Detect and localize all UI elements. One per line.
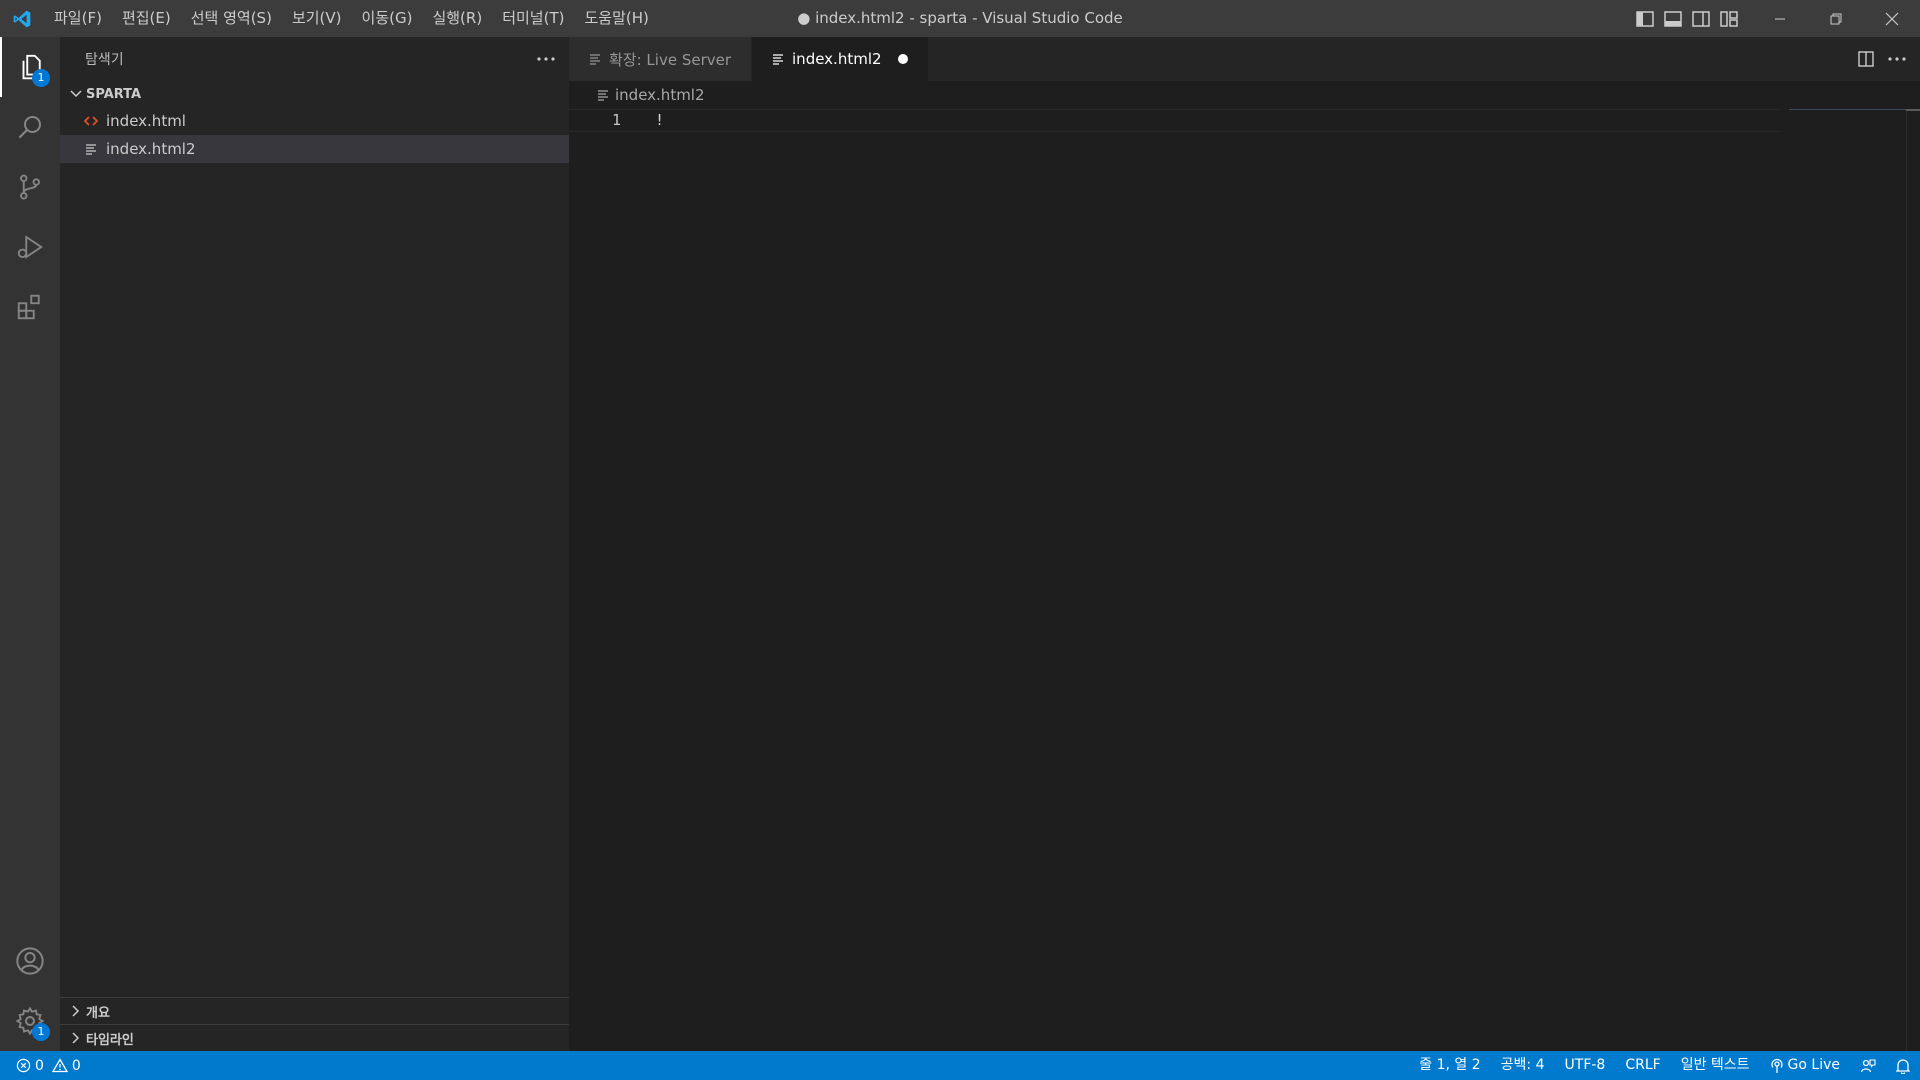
code-editor[interactable]: 1 ! (569, 109, 1920, 1051)
accounts-icon[interactable] (0, 931, 60, 991)
file-label: index.html (106, 112, 186, 130)
tab-index-html2[interactable]: index.html2 (752, 37, 929, 81)
folder-name: SPARTA (86, 86, 142, 102)
explorer-sidebar: 탐색기 SPARTA index.html index.html2 개요 타임라… (60, 37, 569, 1051)
error-count: 0 (35, 1057, 44, 1074)
code-line-text[interactable]: ! (655, 109, 664, 132)
run-debug-icon[interactable] (0, 217, 60, 277)
go-live-button[interactable]: Go Live (1760, 1051, 1850, 1080)
cursor-position[interactable]: 줄 1, 열 2 (1409, 1051, 1490, 1080)
chevron-right-icon (66, 1005, 86, 1017)
tab-label: 확장: Live Server (609, 50, 732, 69)
menu-terminal[interactable]: 터미널(T) (492, 0, 574, 37)
file-index-html[interactable]: index.html (60, 107, 569, 135)
file-index-html2[interactable]: index.html2 (60, 135, 569, 163)
outline-label: 개요 (86, 1005, 110, 1021)
error-icon (16, 1058, 31, 1073)
problems-indicator[interactable]: 0 0 (0, 1058, 81, 1074)
status-right: 줄 1, 열 2 공백: 4 UTF-8 CRLF 일반 텍스트 Go Live (1409, 1051, 1920, 1080)
folder-sparta[interactable]: SPARTA (60, 81, 569, 107)
more-actions-icon[interactable] (1888, 57, 1906, 61)
title-bar: 파일(F) 편집(E) 선택 영역(S) 보기(V) 이동(G) 실행(R) 터… (0, 0, 1920, 37)
menu-run[interactable]: 실행(R) (422, 0, 492, 37)
toggle-primary-sidebar-icon[interactable] (1634, 8, 1656, 30)
close-icon[interactable] (1864, 0, 1920, 37)
encoding[interactable]: UTF-8 (1555, 1051, 1616, 1080)
menu-bar: 파일(F) 편집(E) 선택 영역(S) 보기(V) 이동(G) 실행(R) 터… (44, 0, 659, 37)
html-file-icon (80, 115, 102, 127)
warning-icon (51, 1058, 68, 1073)
explorer-header: 탐색기 (60, 37, 569, 81)
settings-badge: 1 (32, 1023, 50, 1041)
menu-view[interactable]: 보기(V) (282, 0, 352, 37)
explorer-title: 탐색기 (85, 52, 124, 68)
search-icon[interactable] (0, 97, 60, 157)
menu-go[interactable]: 이동(G) (352, 0, 423, 37)
menu-help[interactable]: 도움말(H) (574, 0, 658, 37)
menu-edit[interactable]: 편집(E) (112, 0, 181, 37)
language-mode[interactable]: 일반 텍스트 (1671, 1051, 1760, 1080)
warning-count: 0 (71, 1057, 81, 1074)
explorer-icon[interactable]: 1 (0, 37, 60, 97)
menu-selection[interactable]: 선택 영역(S) (181, 0, 282, 37)
minimap[interactable] (1789, 109, 1906, 110)
vscode-logo-icon (0, 0, 44, 37)
split-editor-icon[interactable] (1858, 51, 1874, 67)
breadcrumb: index.html2 (569, 81, 1920, 109)
menu-file[interactable]: 파일(F) (44, 0, 112, 37)
layout-controls (1634, 0, 1740, 37)
unsaved-dot-icon[interactable] (897, 54, 908, 64)
extensions-icon[interactable] (0, 277, 60, 337)
text-file-icon (597, 89, 609, 101)
text-file-icon (772, 53, 784, 65)
activity-bar: 1 1 (0, 37, 60, 1051)
timeline-label: 타임라인 (86, 1032, 134, 1048)
file-label: index.html2 (106, 140, 196, 158)
editor-actions (1858, 37, 1906, 81)
notifications-bell-icon[interactable] (1886, 1051, 1920, 1080)
feedback-icon[interactable] (1850, 1051, 1886, 1080)
vertical-scrollbar[interactable] (1906, 109, 1920, 1051)
status-bar: 0 0 줄 1, 열 2 공백: 4 UTF-8 CRLF 일반 텍스트 Go … (0, 1051, 1920, 1080)
text-file-icon (80, 143, 102, 155)
window-controls (1752, 0, 1920, 37)
chevron-down-icon (66, 90, 86, 98)
customize-layout-icon[interactable] (1718, 8, 1740, 30)
restore-icon[interactable] (1808, 0, 1864, 37)
broadcast-icon (1770, 1058, 1784, 1074)
source-control-icon[interactable] (0, 157, 60, 217)
chevron-right-icon (66, 1032, 86, 1044)
cursor-marker (1906, 109, 1920, 111)
breadcrumb-file[interactable]: index.html2 (615, 86, 705, 104)
extension-page-icon (589, 53, 601, 65)
toggle-secondary-sidebar-icon[interactable] (1690, 8, 1712, 30)
more-actions-icon[interactable] (537, 57, 555, 61)
tab-label: index.html2 (792, 50, 882, 68)
timeline-section[interactable]: 타임라인 (60, 1024, 569, 1051)
current-line-highlight (569, 109, 1781, 132)
go-live-label: Go Live (1787, 1057, 1840, 1073)
minimize-icon[interactable] (1752, 0, 1808, 37)
indentation[interactable]: 공백: 4 (1491, 1051, 1555, 1080)
outline-section[interactable]: 개요 (60, 997, 569, 1024)
toggle-panel-icon[interactable] (1662, 8, 1684, 30)
explorer-badge: 1 (32, 69, 50, 87)
manage-gear-icon[interactable]: 1 (0, 991, 60, 1051)
editor-tab-bar: 확장: Live Server index.html2 (569, 37, 1920, 81)
line-number: 1 (611, 111, 621, 129)
tab-live-server[interactable]: 확장: Live Server (569, 37, 753, 81)
end-of-line[interactable]: CRLF (1615, 1051, 1670, 1080)
